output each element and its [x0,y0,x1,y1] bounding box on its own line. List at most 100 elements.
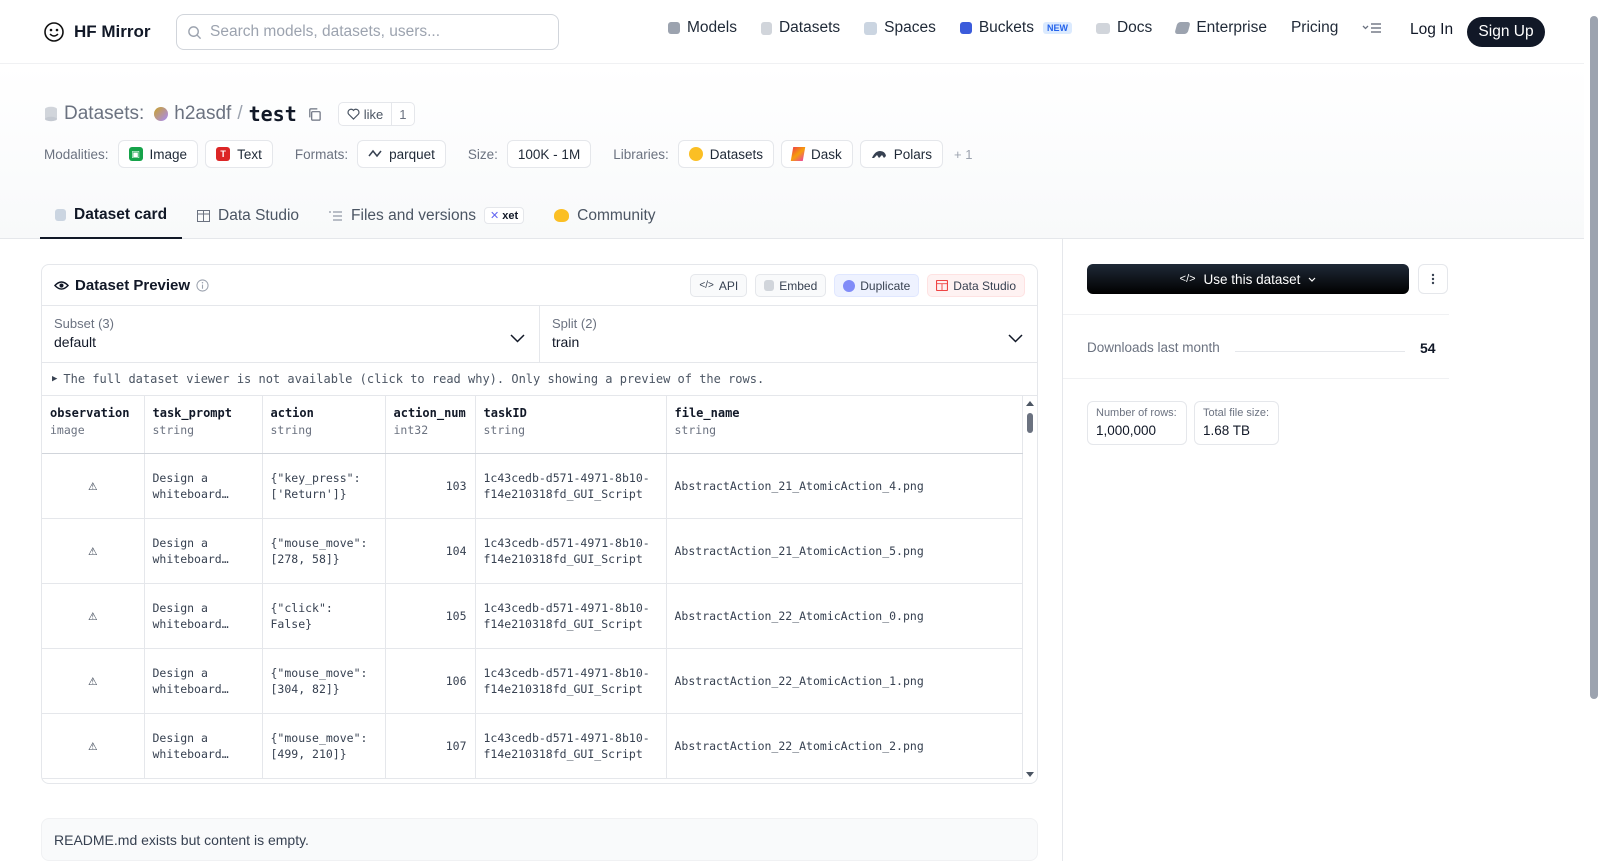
new-badge: NEW [1042,22,1072,34]
page-scrollbar-thumb[interactable] [1590,16,1598,699]
size-chip[interactable]: 100K - 1M [506,140,592,168]
text-modality-icon: T [216,147,231,161]
repo-name[interactable]: test [249,102,297,126]
polars-icon [871,150,886,158]
sidebar-separator [1063,378,1449,379]
column-header-action[interactable]: action string [262,396,386,454]
taskid-cell[interactable]: 1c43cedb-d571-4971-8b10- f14e210318fd_GUI… [475,453,667,519]
tab-files-and-versions[interactable]: Files and versions ✕ xet [314,192,539,239]
scroll-up-arrow-icon[interactable] [1025,399,1035,407]
task-prompt-cell[interactable]: Design a whiteboard… [144,713,263,779]
file-name-cell[interactable]: AbstractAction_22_AtomicAction_1.png [666,648,1023,714]
like-button[interactable]: like 1 [337,102,415,126]
repo-type-label[interactable]: Datasets: [64,103,144,125]
nav-spaces[interactable]: Spaces [864,19,936,37]
xet-badge: ✕ xet [483,207,525,224]
column-header-task-prompt[interactable]: task_prompt string [144,396,263,454]
login-link[interactable]: Log In [1410,21,1453,39]
action-cell[interactable]: {"mouse_move": [304, 82]} [262,648,386,714]
library-chip-polars[interactable]: Polars [859,140,944,168]
library-chip-dask[interactable]: Dask [781,140,853,168]
nav-buckets[interactable]: Buckets NEW [959,19,1072,37]
sidebar-separator [1063,314,1449,315]
action-num-cell[interactable]: 106 [385,648,476,714]
file-name-cell[interactable]: AbstractAction_22_AtomicAction_2.png [666,713,1023,779]
filesize-stat: Total file size: 1.68 TB [1194,401,1279,445]
dataset-preview-panel: Dataset Preview </> API Embed Duplicate D… [41,264,1038,784]
observation-cell[interactable]: ⚠ [42,518,145,584]
use-this-dataset-button[interactable]: </> Use this dataset [1087,264,1409,294]
action-cell[interactable]: {"mouse_move": [499, 210]} [262,713,386,779]
search-input[interactable] [210,23,530,41]
warning-icon: ⚠ [88,671,98,689]
info-icon[interactable] [196,278,209,292]
chevron-down-icon [1008,334,1023,343]
data-studio-button[interactable]: Data Studio [927,274,1025,297]
task-prompt-cell[interactable]: Design a whiteboard… [144,518,263,584]
api-button[interactable]: </> API [690,274,748,297]
nav-models[interactable]: Models [668,19,737,37]
modality-chip-image[interactable]: ▣ Image [117,140,199,168]
taskid-cell[interactable]: 1c43cedb-d571-4971-8b10- f14e210318fd_GUI… [475,518,667,584]
task-prompt-cell[interactable]: Design a whiteboard… [144,453,263,519]
library-chip-datasets[interactable]: Datasets [677,140,774,168]
action-num-cell[interactable]: 105 [385,583,476,649]
column-header-taskid[interactable]: taskID string [475,396,667,454]
table-scroll-thumb[interactable] [1027,413,1033,433]
more-options-button[interactable] [1418,264,1448,294]
file-name-cell[interactable]: AbstractAction_21_AtomicAction_4.png [666,453,1023,519]
modalities-label: Modalities: [44,146,109,162]
taskid-cell[interactable]: 1c43cedb-d571-4971-8b10- f14e210318fd_GUI… [475,713,667,779]
nav-pricing[interactable]: Pricing [1291,19,1338,37]
embed-button[interactable]: Embed [755,274,827,297]
signup-button[interactable]: Sign Up [1467,17,1545,47]
action-cell[interactable]: {"click": False} [262,583,386,649]
nav-docs[interactable]: Docs [1095,19,1152,37]
tab-community[interactable]: Community [539,192,670,239]
nav-more-menu[interactable] [1362,21,1382,35]
task-prompt-cell[interactable]: Design a whiteboard… [144,583,263,649]
task-prompt-cell[interactable]: Design a whiteboard… [144,648,263,714]
observation-cell[interactable]: ⚠ [42,648,145,714]
split-select[interactable]: Split (2) train [540,306,1037,362]
observation-cell[interactable]: ⚠ [42,453,145,519]
tab-data-studio[interactable]: Data Studio [182,192,314,239]
like-count[interactable]: 1 [392,107,413,122]
action-num-cell[interactable]: 103 [385,453,476,519]
format-chip-parquet[interactable]: parquet [357,140,446,168]
libraries-label: Libraries: [613,146,669,162]
libraries-more[interactable]: + 1 [954,147,972,162]
data-studio-icon [936,280,949,291]
action-num-cell[interactable]: 107 [385,713,476,779]
viewer-notice[interactable]: ▶ The full dataset viewer is not availab… [42,363,1037,396]
dataset-icon [45,106,57,122]
repo-separator: / [237,103,243,124]
column-header-observation[interactable]: observation image [42,396,145,454]
modality-chip-text[interactable]: T Text [205,140,273,168]
action-cell[interactable]: {"mouse_move": [278, 58]} [262,518,386,584]
repo-owner[interactable]: h2asdf [174,103,231,125]
duplicate-button[interactable]: Duplicate [834,274,920,297]
nav-enterprise[interactable]: Enterprise [1174,19,1267,37]
subset-select[interactable]: Subset (3) default [42,306,540,362]
file-name-cell[interactable]: AbstractAction_22_AtomicAction_0.png [666,583,1023,649]
taskid-cell[interactable]: 1c43cedb-d571-4971-8b10- f14e210318fd_GUI… [475,583,667,649]
column-header-action-num[interactable]: action_num int32 [385,396,476,454]
copy-icon[interactable] [307,107,322,122]
observation-cell[interactable]: ⚠ [42,583,145,649]
column-header-file-name[interactable]: file_name string [666,396,1023,454]
action-num-cell[interactable]: 104 [385,518,476,584]
filesize-value: 1.68 TB [1203,423,1251,438]
action-cell[interactable]: {"key_press": ['Return']} [262,453,386,519]
repo-tabs: Dataset card Data Studio Files and versi… [40,192,671,239]
file-name-cell[interactable]: AbstractAction_21_AtomicAction_5.png [666,518,1023,584]
brand-name: HF Mirror [74,22,151,41]
tab-dataset-card[interactable]: Dataset card [40,192,183,239]
taskid-cell[interactable]: 1c43cedb-d571-4971-8b10- f14e210318fd_GUI… [475,648,667,714]
search-box[interactable] [176,14,559,50]
nav-datasets[interactable]: Datasets [760,19,840,37]
observation-cell[interactable]: ⚠ [42,713,145,779]
brand-logo[interactable]: HF Mirror [42,20,151,44]
scroll-down-arrow-icon[interactable] [1025,771,1035,779]
table-scrollbar[interactable] [1025,399,1035,779]
